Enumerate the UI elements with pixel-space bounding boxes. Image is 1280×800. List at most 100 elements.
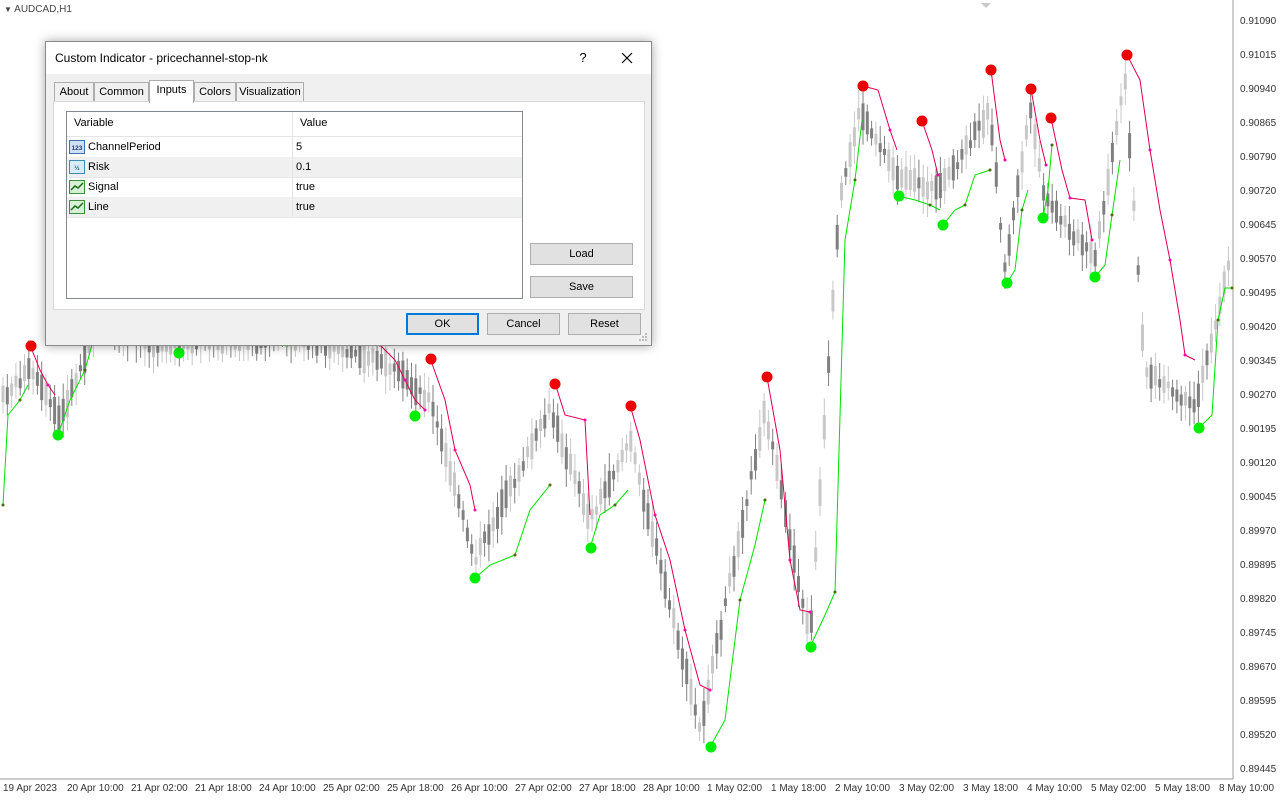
candle — [1024, 125, 1028, 140]
candle — [341, 346, 345, 358]
candle — [698, 722, 702, 732]
header-variable[interactable]: Variable — [74, 117, 114, 129]
integer-icon: 123 — [69, 140, 85, 154]
symbol-text: AUDCAD,H1 — [14, 4, 72, 15]
variable-value[interactable]: true — [296, 181, 315, 193]
custom-indicator-dialog[interactable]: Custom Indicator - pricechannel-stop-nk … — [45, 41, 652, 346]
variable-value[interactable]: true — [296, 201, 315, 213]
table-row[interactable]: ½ Risk 0.1 — [67, 157, 522, 178]
candle — [470, 544, 474, 554]
inputs-panel: Variable Value 123 ChannelPeriod 5 ½ Ris… — [53, 101, 645, 310]
help-button[interactable]: ? — [569, 48, 597, 68]
reset-button[interactable]: Reset — [568, 313, 641, 335]
candle — [1166, 381, 1170, 389]
buy-signal-dot — [805, 641, 817, 653]
chart-menu-icon[interactable]: ▼ — [4, 5, 12, 14]
candle — [483, 531, 487, 544]
time-axis-label: 25 Apr 18:00 — [387, 783, 444, 794]
tab-inputs[interactable]: Inputs — [149, 80, 194, 103]
candle — [908, 169, 912, 190]
tab-colors[interactable]: Colors — [194, 82, 236, 102]
candle — [491, 517, 495, 532]
candle — [625, 443, 628, 451]
close-button[interactable] — [613, 48, 641, 68]
price-axis-label: 0.90790 — [1240, 152, 1277, 163]
stop-dot — [928, 203, 932, 207]
candle — [461, 510, 465, 520]
price-axis-label: 0.90645 — [1240, 220, 1277, 231]
candle — [1136, 265, 1140, 275]
column-separator[interactable] — [292, 112, 293, 136]
candle — [1085, 242, 1089, 252]
price-axis-label: 0.89745 — [1240, 628, 1277, 639]
candle — [603, 481, 607, 499]
candle — [797, 575, 800, 593]
tab-common[interactable]: Common — [94, 82, 149, 102]
load-button[interactable]: Load — [530, 243, 633, 265]
stop-dot — [988, 168, 992, 172]
candle — [1132, 200, 1136, 211]
time-axis-label: 5 May 02:00 — [1091, 783, 1147, 794]
stop-dot — [1148, 148, 1152, 152]
candle — [1153, 366, 1157, 386]
variable-value[interactable]: 5 — [296, 141, 302, 153]
tab-about[interactable]: About — [54, 82, 94, 102]
sell-signal-dot — [857, 80, 869, 92]
stop-dot — [83, 368, 87, 372]
price-axis-label: 0.91015 — [1240, 50, 1277, 61]
buy-signal-dot — [585, 542, 597, 554]
price-axis-label: 0.90940 — [1240, 84, 1277, 95]
stop-line — [809, 119, 863, 648]
candle — [392, 363, 396, 372]
candle — [508, 475, 512, 497]
dialog-titlebar[interactable]: Custom Indicator - pricechannel-stop-nk … — [46, 42, 651, 74]
candle — [693, 704, 697, 716]
candle — [1209, 333, 1213, 353]
candle — [844, 168, 848, 177]
candle — [689, 679, 693, 705]
table-row[interactable]: 123 ChannelPeriod 5 — [67, 137, 522, 158]
price-axis-label: 0.90720 — [1240, 186, 1277, 197]
stop-dot — [1183, 353, 1187, 357]
candle — [956, 162, 960, 170]
candle — [1214, 320, 1218, 330]
candle — [934, 175, 938, 200]
candle — [943, 168, 947, 192]
time-axis-label: 3 May 02:00 — [899, 783, 955, 794]
variable-value[interactable]: 0.1 — [296, 161, 311, 173]
close-icon[interactable] — [621, 52, 633, 64]
stop-dot — [1, 503, 5, 507]
resize-grip-icon[interactable] — [638, 332, 648, 342]
candle — [48, 399, 52, 408]
candle — [891, 157, 895, 181]
time-axis-label: 27 Apr 02:00 — [515, 783, 572, 794]
candle — [1102, 200, 1106, 215]
inputs-table[interactable]: Variable Value 123 ChannelPeriod 5 ½ Ris… — [66, 111, 523, 299]
column-separator — [292, 177, 293, 197]
time-axis-label: 27 Apr 18:00 — [579, 783, 636, 794]
ok-button[interactable]: OK — [406, 313, 479, 335]
price-axis-label: 0.89670 — [1240, 662, 1277, 673]
candle — [1012, 207, 1015, 221]
stop-dot — [738, 598, 742, 602]
candle — [582, 493, 585, 515]
candle — [1123, 73, 1127, 90]
column-separator — [292, 197, 293, 217]
candle — [680, 648, 684, 670]
candle — [728, 573, 732, 587]
header-value[interactable]: Value — [300, 117, 327, 129]
candle — [371, 348, 375, 363]
table-row[interactable]: Signal true — [67, 177, 522, 198]
candle — [1110, 142, 1114, 163]
time-axis-label: 4 May 10:00 — [1027, 783, 1083, 794]
candle — [534, 428, 538, 441]
candle — [560, 433, 564, 458]
save-button[interactable]: Save — [530, 276, 633, 298]
cancel-button[interactable]: Cancel — [487, 313, 560, 335]
price-axis-label: 0.90570 — [1240, 254, 1277, 265]
candle — [57, 405, 61, 430]
candle — [573, 470, 577, 484]
tab-visualization[interactable]: Visualization — [236, 82, 304, 102]
table-row[interactable]: Line true — [67, 197, 522, 218]
candle — [921, 177, 925, 197]
